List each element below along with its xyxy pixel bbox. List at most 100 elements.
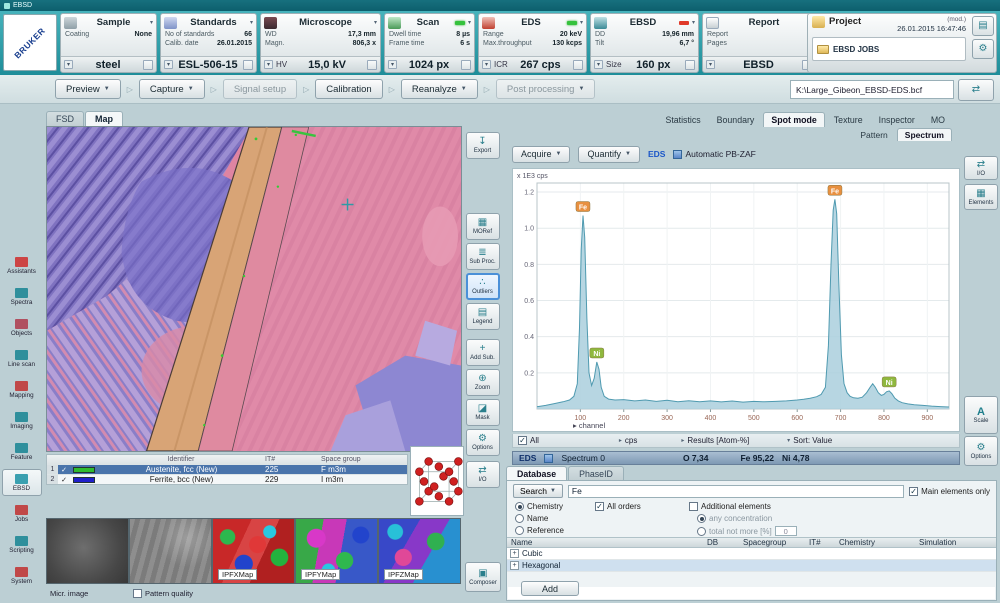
thumbnail-ipfymap[interactable]: IPFYMap <box>295 518 378 584</box>
add-button[interactable]: Add <box>521 581 579 596</box>
footer-action-icon[interactable] <box>685 60 695 70</box>
phase-table-row[interactable]: 2✓Ferrite, bcc (New)229I m3m <box>47 474 407 484</box>
moref-button[interactable]: ▦MORef <box>466 213 500 240</box>
i-o-button[interactable]: ⇄I/O <box>466 461 500 488</box>
dropdown-arrow-icon[interactable]: ▾ <box>706 60 715 69</box>
export-button[interactable]: ↧Export <box>466 132 500 159</box>
preview-button[interactable]: Preview▼ <box>55 79 121 99</box>
add-sub-button[interactable]: +Add Sub. <box>466 339 500 366</box>
search-input[interactable] <box>568 485 904 498</box>
main-elements-checkbox[interactable]: ✓Main elements only <box>909 487 990 496</box>
expand-icon[interactable]: ▾ <box>374 19 377 26</box>
expand-icon[interactable]: ▾ <box>580 19 583 26</box>
post-processing-button[interactable]: Post processing▼ <box>496 79 596 99</box>
dropdown-arrow-icon[interactable]: ▾ <box>164 60 173 69</box>
sidebar-item-ebsd[interactable]: EBSD <box>2 469 42 496</box>
phase-table-row[interactable]: 1✓Austenite, fcc (New)225F m3m <box>47 464 407 474</box>
db-group-row-hexagonal[interactable]: +Hexagonal <box>507 560 996 572</box>
results-toggle[interactable]: ▸Results [Atom-%] <box>681 436 749 445</box>
tab-texture[interactable]: Texture <box>827 112 870 127</box>
sidebar-item-objects[interactable]: Objects <box>2 314 42 341</box>
sort-toggle[interactable]: ▾Sort: Value <box>787 436 832 445</box>
cps-toggle[interactable]: ▸cps <box>619 436 637 445</box>
footer-action-icon[interactable] <box>573 60 583 70</box>
calibration-button[interactable]: Calibration <box>315 79 382 99</box>
sidebar-item-system[interactable]: System <box>2 562 42 589</box>
subtab-spectrum[interactable]: Spectrum <box>897 128 952 141</box>
spectrum-chart[interactable]: 0.20.40.60.81.01.21002003004005006007008… <box>512 168 960 432</box>
scale-button[interactable]: AScale <box>964 396 998 434</box>
expand-icon[interactable]: ▾ <box>468 19 471 26</box>
project-open-button[interactable]: ▤ <box>972 16 994 36</box>
sidebar-item-imaging[interactable]: Imaging <box>2 407 42 434</box>
sub-proc-button[interactable]: ≣Sub Proc. <box>466 243 500 270</box>
expand-plus-icon[interactable]: + <box>510 561 519 570</box>
legend-button[interactable]: ▤Legend <box>466 303 500 330</box>
dropdown-arrow-icon[interactable]: ▾ <box>64 60 73 69</box>
tab-map[interactable]: Map <box>85 111 123 126</box>
tab-spot-mode[interactable]: Spot mode <box>763 112 824 127</box>
file-path-box[interactable]: K:\Large_Gibeon_EBSD-EDS.bcf <box>790 80 954 99</box>
tab-phaseid[interactable]: PhaseID <box>568 466 624 480</box>
expand-icon[interactable]: ▾ <box>150 19 153 26</box>
search-button[interactable]: Search▼ <box>513 484 563 498</box>
pattern-quality-checkbox[interactable] <box>133 589 142 598</box>
phase-visible-checkbox[interactable]: ✓ <box>58 476 70 484</box>
spectrum-result-row[interactable]: EDS Spectrum 0 O 7,34 Fe 95,22 Ni 4,78 <box>512 451 960 465</box>
total-not-more-radio[interactable]: total not more [%] <box>697 526 797 536</box>
thumbnail-micr-image[interactable] <box>46 518 129 584</box>
thumbnail-ipfzmap[interactable]: IPFZMap <box>378 518 461 584</box>
reanalyze-button[interactable]: Reanalyze▼ <box>401 79 478 99</box>
io-button-top[interactable]: ⇄ <box>958 79 994 101</box>
sidebar-item-jobs[interactable]: Jobs <box>2 500 42 527</box>
signal-setup-button[interactable]: Signal setup <box>223 79 297 99</box>
sidebar-item-scripting[interactable]: Scripting <box>2 531 42 558</box>
project-settings-button[interactable]: ⚙ <box>972 39 994 59</box>
db-group-row-cubic[interactable]: +Cubic <box>507 548 996 560</box>
project-item[interactable]: EBSD JOBS <box>812 37 966 61</box>
thumbnail-caption[interactable]: Pattern quality <box>129 586 212 600</box>
acquire-button[interactable]: Acquire ▼ <box>512 146 570 163</box>
dropdown-arrow-icon[interactable]: ▾ <box>264 60 273 69</box>
mask-button[interactable]: ◪Mask <box>466 399 500 426</box>
expand-plus-icon[interactable]: + <box>510 549 519 558</box>
all-checkbox[interactable]: ✓All <box>518 436 539 445</box>
tab-inspector[interactable]: Inspector <box>872 112 922 127</box>
sidebar-item-line-scan[interactable]: Line scan <box>2 345 42 372</box>
tab-mo[interactable]: MO <box>924 112 952 127</box>
sidebar-item-feature[interactable]: Feature <box>2 438 42 465</box>
sidebar-item-mapping[interactable]: Mapping <box>2 376 42 403</box>
additional-elements-checkbox[interactable]: Additional elements <box>689 502 771 511</box>
expand-icon[interactable]: ▾ <box>692 19 695 26</box>
quantify-method[interactable]: Automatic PB-ZAF <box>673 149 755 159</box>
tab-database[interactable]: Database <box>506 466 567 480</box>
all-orders-checkbox[interactable]: ✓All orders <box>595 502 641 511</box>
tab-statistics[interactable]: Statistics <box>658 112 707 127</box>
chemistry-radio[interactable]: Chemistry <box>515 502 563 511</box>
quantify-button[interactable]: Quantify ▼ <box>578 146 639 163</box>
footer-action-icon[interactable] <box>243 60 253 70</box>
dropdown-arrow-icon[interactable]: ▾ <box>388 60 397 69</box>
expand-icon[interactable]: ▾ <box>250 19 253 26</box>
elements-button[interactable]: ▦Elements <box>964 184 998 210</box>
capture-button[interactable]: Capture▼ <box>139 79 205 99</box>
name-radio[interactable]: Name <box>515 514 548 523</box>
options-button[interactable]: ⚙Options <box>964 436 998 466</box>
options-button[interactable]: ⚙Options <box>466 429 500 456</box>
sidebar-item-assistants[interactable]: Assistants <box>2 252 42 279</box>
footer-action-icon[interactable] <box>367 60 377 70</box>
reference-radio[interactable]: Reference <box>515 526 564 535</box>
composer-button[interactable]: ▣ Composer <box>465 562 501 592</box>
outliers-button[interactable]: ∴Outliers <box>466 273 500 300</box>
dropdown-arrow-icon[interactable]: ▾ <box>482 60 491 69</box>
crystal-structure-viewer[interactable] <box>410 446 464 516</box>
total-not-more-input[interactable] <box>775 526 797 536</box>
tab-fsd[interactable]: FSD <box>46 111 84 126</box>
thumbnail-pattern-quality[interactable] <box>129 518 212 584</box>
i-o-button[interactable]: ⇄I/O <box>964 156 998 180</box>
dropdown-arrow-icon[interactable]: ▾ <box>594 60 603 69</box>
ebsd-orientation-map[interactable] <box>46 126 462 452</box>
footer-action-icon[interactable] <box>461 60 471 70</box>
zoom-button[interactable]: ⊕Zoom <box>466 369 500 396</box>
thumbnail-ipfxmap[interactable]: IPFXMap <box>212 518 295 584</box>
